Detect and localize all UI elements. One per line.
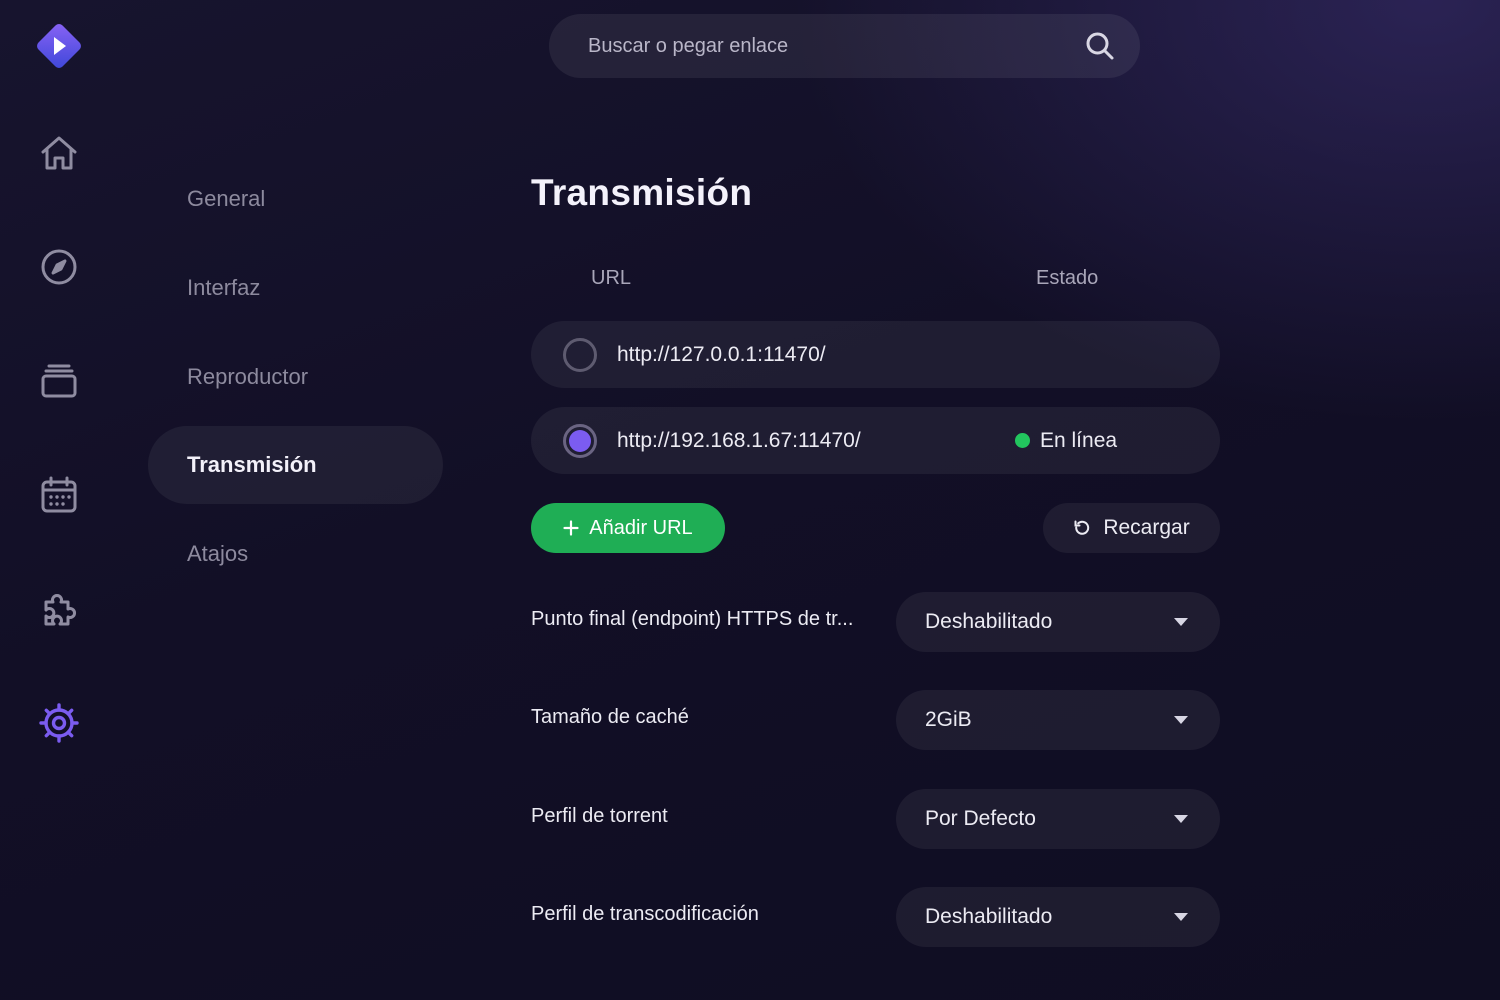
app-logo-icon[interactable] xyxy=(33,20,85,72)
settings-nav-interface[interactable]: Interfaz xyxy=(148,249,443,327)
reload-label: Recargar xyxy=(1103,516,1190,539)
select-value: Por Defecto xyxy=(925,807,1036,830)
select-value: 2GiB xyxy=(925,708,972,731)
select-value: Deshabilitado xyxy=(925,905,1053,928)
radio-selected-dot xyxy=(569,429,591,452)
search-bar[interactable] xyxy=(549,14,1140,78)
settings-nav-general[interactable]: General xyxy=(148,160,443,238)
addons-icon[interactable] xyxy=(29,579,89,639)
column-header-status: Estado xyxy=(1036,267,1099,289)
torrent-profile-select[interactable]: Por Defecto xyxy=(896,789,1220,849)
torrent-profile-label: Perfil de torrent xyxy=(531,805,668,827)
transcoding-profile-label: Perfil de transcodificación xyxy=(531,903,759,925)
plus-icon xyxy=(563,520,579,536)
server-status: En línea xyxy=(1015,429,1117,453)
page-title: Transmisión xyxy=(531,172,753,213)
select-value: Deshabilitado xyxy=(925,610,1053,633)
caret-down-icon xyxy=(1174,815,1188,823)
settings-nav-streaming[interactable]: Transmisión xyxy=(148,426,443,504)
caret-down-icon xyxy=(1174,716,1188,724)
search-input[interactable] xyxy=(588,34,1084,58)
server-url: http://192.168.1.67:11470/ xyxy=(617,428,861,452)
calendar-icon[interactable] xyxy=(29,465,89,525)
server-radio[interactable] xyxy=(563,337,597,372)
add-url-label: Añadir URL xyxy=(589,516,693,539)
settings-nav-player[interactable]: Reproductor xyxy=(148,338,443,416)
https-endpoint-label: Punto final (endpoint) HTTPS de tr... xyxy=(531,608,854,630)
add-url-button[interactable]: Añadir URL xyxy=(531,503,725,553)
server-row[interactable]: http://127.0.0.1:11470/ xyxy=(531,321,1220,388)
cache-size-select[interactable]: 2GiB xyxy=(896,690,1220,750)
server-radio-selected[interactable] xyxy=(563,423,597,458)
https-endpoint-select[interactable]: Deshabilitado xyxy=(896,592,1220,652)
search-icon[interactable] xyxy=(1084,30,1116,62)
caret-down-icon xyxy=(1174,913,1188,921)
discover-icon[interactable] xyxy=(29,237,89,297)
settings-nav-shortcuts[interactable]: Atajos xyxy=(148,515,443,593)
settings-icon[interactable] xyxy=(29,693,89,753)
online-status-dot xyxy=(1015,433,1030,448)
server-row[interactable]: http://192.168.1.67:11470/ En línea xyxy=(531,407,1220,474)
status-text: En línea xyxy=(1040,428,1118,452)
icon-rail xyxy=(0,0,118,1000)
cache-size-label: Tamaño de caché xyxy=(531,706,689,728)
caret-down-icon xyxy=(1174,618,1188,626)
home-icon[interactable] xyxy=(29,123,89,183)
transcoding-profile-select[interactable]: Deshabilitado xyxy=(896,887,1220,947)
library-icon[interactable] xyxy=(29,351,89,411)
column-header-url: URL xyxy=(591,267,632,289)
server-url: http://127.0.0.1:11470/ xyxy=(617,342,826,366)
reload-button[interactable]: Recargar xyxy=(1043,503,1220,553)
reload-icon xyxy=(1074,520,1090,535)
